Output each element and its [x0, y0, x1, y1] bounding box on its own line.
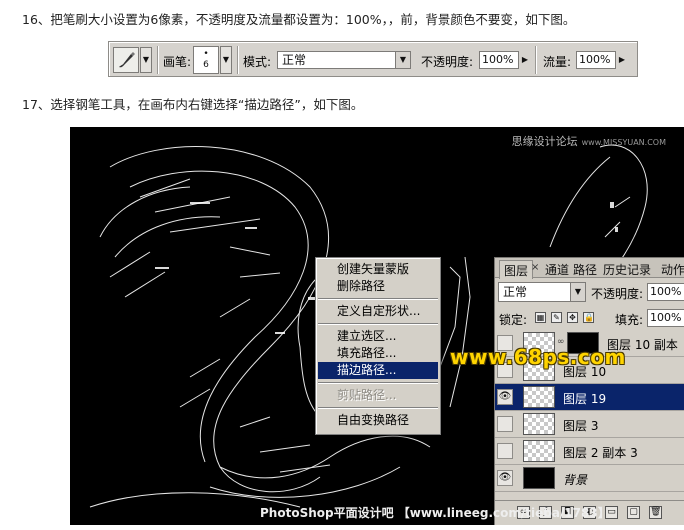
- layer-name: 背景: [563, 473, 588, 487]
- panel-tab[interactable]: 动作: [661, 261, 684, 278]
- layer-row[interactable]: 图层 2 副本 3: [495, 438, 684, 465]
- blend-mode-select[interactable]: 正常 ▼: [498, 282, 586, 302]
- mode-select[interactable]: 正常 ▼: [277, 51, 411, 69]
- lock-all-icon[interactable]: 🔒: [583, 312, 594, 323]
- new-layer-icon[interactable]: ▢: [627, 506, 640, 519]
- layer-thumbnail: [523, 386, 555, 408]
- panel-tab[interactable]: 图层: [499, 260, 534, 279]
- opacity-label: 不透明度:: [421, 55, 474, 69]
- layer-opacity-input[interactable]: 100%: [647, 283, 684, 301]
- fill-input[interactable]: 100%: [647, 309, 684, 327]
- menu-item[interactable]: 创建矢量蒙版: [318, 261, 438, 278]
- brush-dot-icon: •: [203, 49, 209, 59]
- layer-name: 图层 3: [563, 419, 599, 433]
- brush-options-bar: ▼ 画笔: • 6 ▼ 模式: 正常 ▼ 不透明度: 100% ▶ 流量: 10…: [108, 41, 638, 77]
- brush-size-value: 6: [203, 60, 209, 70]
- divider: [157, 46, 159, 74]
- context-menu: 创建矢量蒙版 删除路径定义自定形状... 建立选区... 填充路径... 描边路径...…: [315, 257, 441, 435]
- brush-label: 画笔:: [163, 55, 192, 69]
- eye-icon[interactable]: [497, 443, 513, 459]
- trash-icon[interactable]: 🗑: [649, 506, 662, 519]
- menu-item[interactable]: 定义自定形状...: [318, 303, 438, 320]
- lock-transparency-icon[interactable]: ▦: [535, 312, 546, 323]
- watermark-bottom: PhotoShop平面设计吧 【www.lineeg.com/tieba/178…: [260, 506, 610, 520]
- layer-name: 图层 19: [563, 392, 607, 406]
- menu-item[interactable]: 描边路径...: [318, 362, 438, 379]
- triangle-down-icon: ▼: [142, 55, 150, 64]
- menu-item[interactable]: 自由变换路径: [318, 412, 438, 429]
- tool-preset-dropdown[interactable]: ▼: [140, 47, 152, 73]
- watermark-top-right: 思缘设计论坛 www.MISSYUAN.COM: [512, 133, 666, 149]
- eye-icon[interactable]: [497, 416, 513, 432]
- flow-slider-arrow[interactable]: ▶: [617, 51, 627, 69]
- eye-icon[interactable]: 👁: [497, 470, 513, 486]
- panel-tab-strip: 图层 通道 路径 历史记录 动作 ×: [495, 258, 684, 279]
- panel-tab[interactable]: 历史记录: [603, 261, 651, 278]
- triangle-right-icon: ▶: [521, 55, 529, 64]
- layer-name: 图层 2 副本 3: [563, 446, 638, 460]
- layer-thumbnail: [523, 413, 555, 435]
- triangle-right-icon: ▶: [618, 55, 626, 64]
- fill-label: 填充:: [615, 313, 644, 327]
- menu-item[interactable]: 建立选区...: [318, 328, 438, 345]
- flow-input[interactable]: 100%: [576, 51, 616, 69]
- menu-separator: [318, 298, 438, 300]
- layer-row[interactable]: 图层 3: [495, 411, 684, 438]
- blend-mode-value: 正常: [503, 285, 528, 299]
- opacity-slider-arrow[interactable]: ▶: [520, 51, 530, 69]
- step-16-text: 16、把笔刷大小设置为6像素，不透明度及流量都设置为：100%，，前，背景颜色不…: [22, 12, 576, 27]
- chevron-down-icon: ▼: [395, 52, 410, 68]
- menu-item[interactable]: 删除路径: [318, 278, 438, 295]
- opacity-input[interactable]: 100%: [479, 51, 519, 69]
- watermark-site-name: 思缘设计论坛: [511, 135, 578, 148]
- layer-row[interactable]: 👁 图层 19: [495, 384, 684, 411]
- eye-icon[interactable]: 👁: [497, 389, 513, 405]
- divider: [535, 46, 537, 74]
- layer-opacity-label: 不透明度:: [591, 287, 644, 301]
- panel-tab[interactable]: 通道: [545, 261, 569, 278]
- lock-pixels-icon[interactable]: ✎: [551, 312, 562, 323]
- menu-separator: [318, 407, 438, 409]
- menu-item[interactable]: 填充路径...: [318, 345, 438, 362]
- brush-size-picker[interactable]: • 6: [193, 46, 219, 74]
- close-tab-icon[interactable]: ×: [531, 262, 539, 273]
- brush-icon: [119, 52, 135, 68]
- mode-label: 模式:: [243, 55, 272, 69]
- triangle-down-icon: ▼: [222, 55, 230, 64]
- layer-thumbnail: [523, 440, 555, 462]
- watermark-center: www.68ps.com: [450, 345, 626, 369]
- panel-tab[interactable]: 路径: [573, 261, 597, 278]
- mode-value: 正常: [282, 53, 307, 67]
- menu-separator: [318, 382, 438, 384]
- lock-label: 锁定:: [499, 313, 528, 327]
- layer-thumbnail: [523, 467, 555, 489]
- step-17-text: 17、选择钢笔工具，在画布内右键选择“描边路径”，如下图。: [22, 97, 364, 112]
- brush-tool-preset-button[interactable]: [113, 47, 139, 73]
- brush-picker-dropdown[interactable]: ▼: [220, 46, 232, 74]
- menu-item: 剪贴路径...: [337, 388, 397, 402]
- chevron-down-icon: ▼: [570, 283, 585, 301]
- photoshop-canvas[interactable]: 思缘设计论坛 www.MISSYUAN.COM 创建矢量蒙版 删除路径定义自定形状.…: [70, 127, 684, 525]
- flow-label: 流量:: [543, 55, 572, 69]
- divider: [237, 46, 239, 74]
- layer-row[interactable]: 👁 背景: [495, 465, 684, 492]
- layers-panel: 图层 通道 路径 历史记录 动作 × 正常 ▼ 不透明度: 100% 锁定: ▦ ✎ ✥ …: [494, 257, 684, 525]
- watermark-site-url: www.MISSYUAN.COM: [581, 138, 666, 147]
- menu-separator: [318, 323, 438, 325]
- lock-position-icon[interactable]: ✥: [567, 312, 578, 323]
